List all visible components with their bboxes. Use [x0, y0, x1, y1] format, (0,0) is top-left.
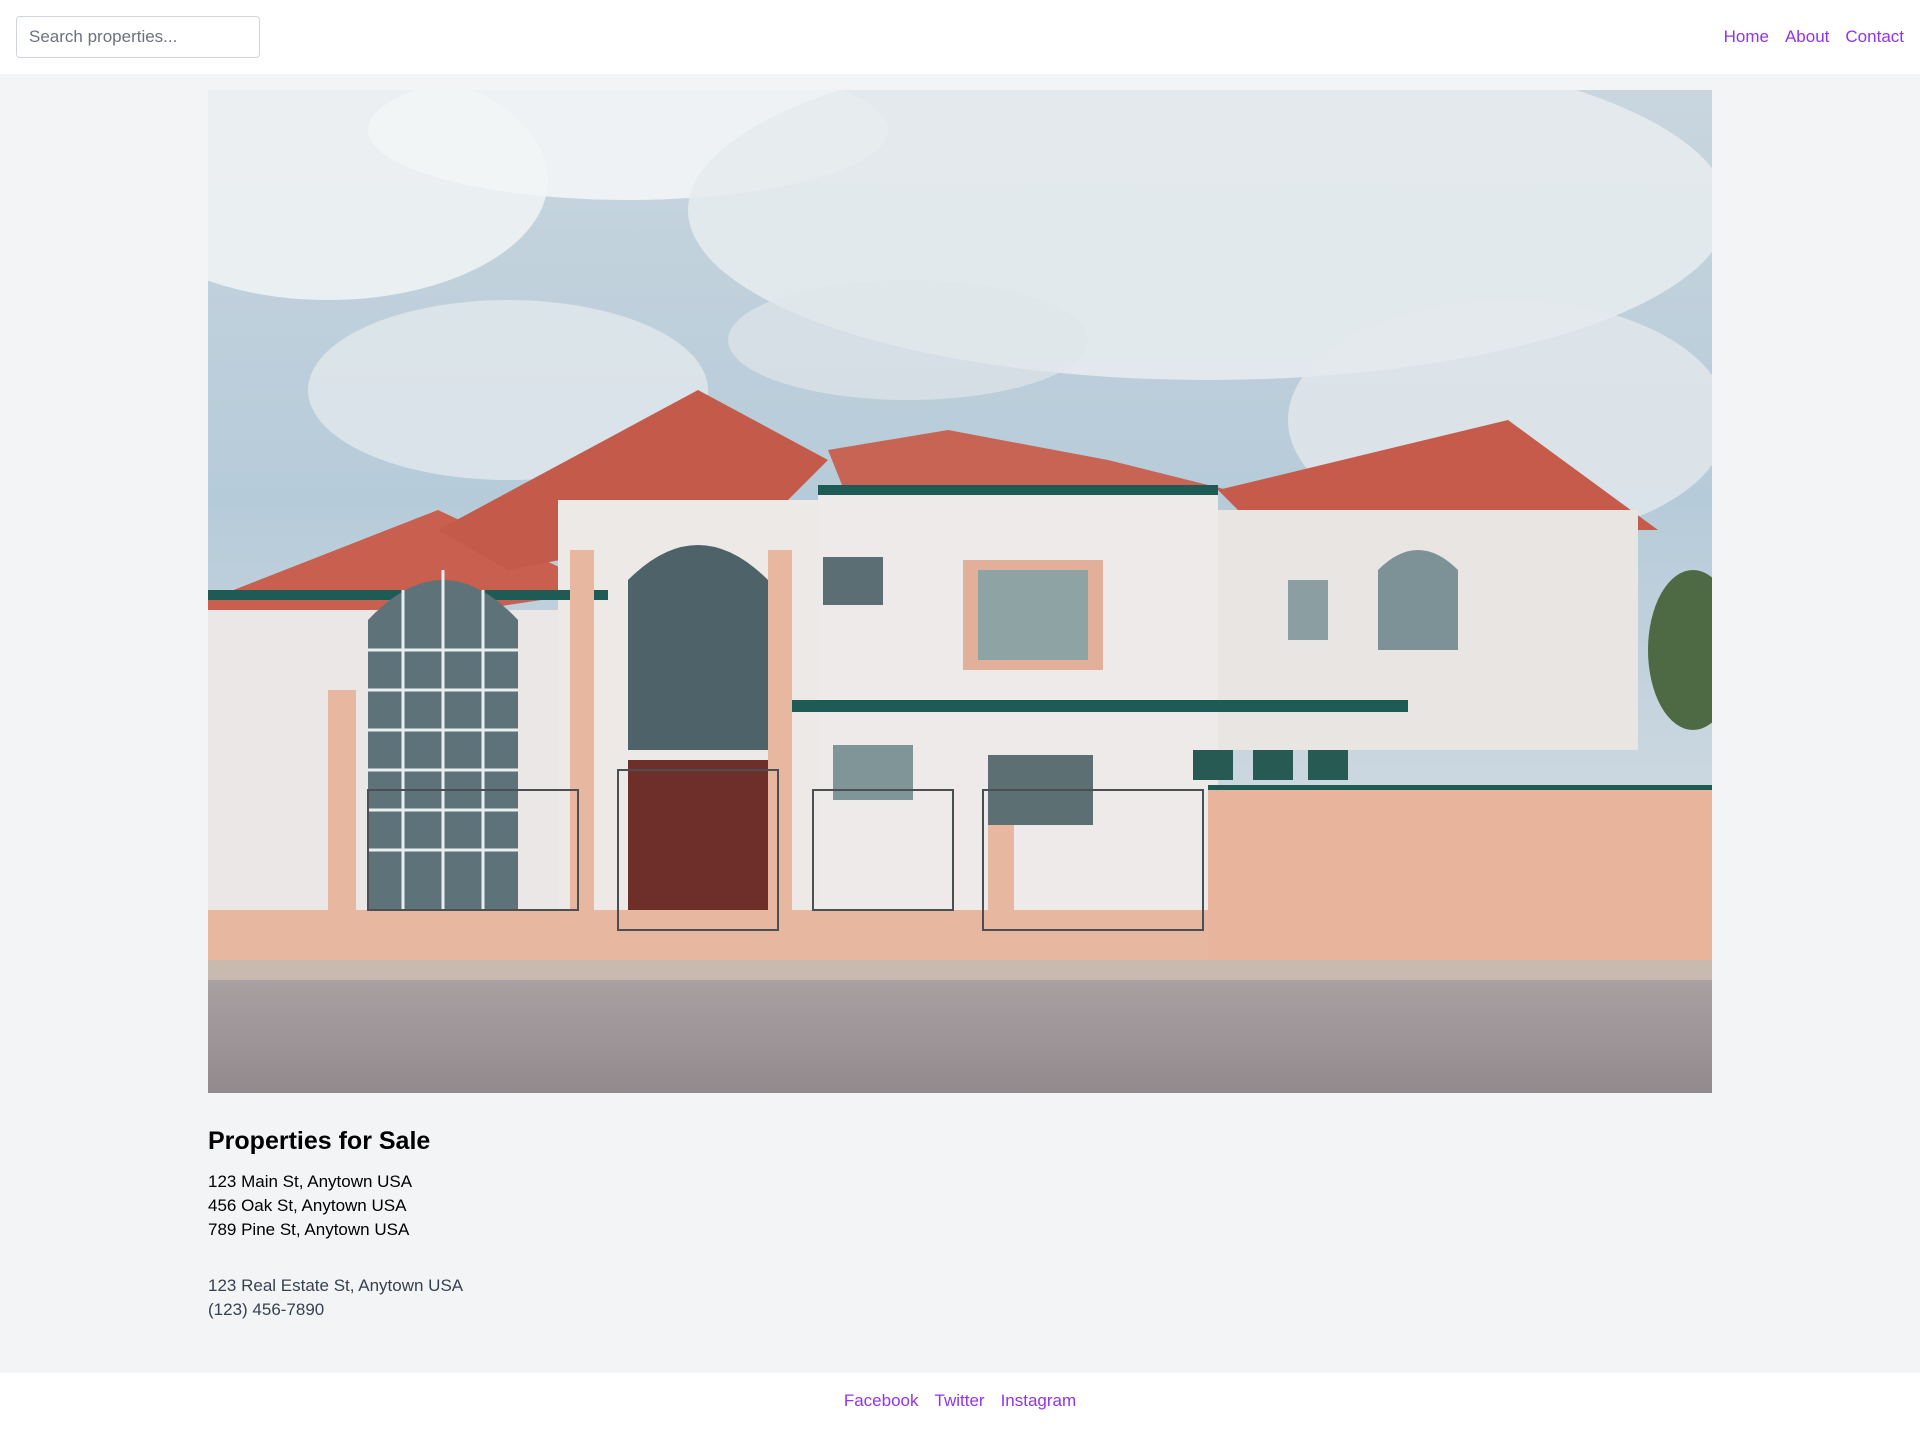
nav-link-about[interactable]: About	[1785, 27, 1829, 47]
house-illustration	[208, 90, 1712, 1093]
footer: Facebook Twitter Instagram	[0, 1373, 1920, 1429]
nav-link-contact[interactable]: Contact	[1845, 27, 1904, 47]
footer-link-instagram[interactable]: Instagram	[1001, 1391, 1077, 1411]
hero-house-image	[208, 90, 1712, 1093]
list-item: 123 Main St, Anytown USA	[208, 1172, 413, 1191]
contact-address: 123 Real Estate St, Anytown USA	[208, 1276, 464, 1295]
top-bar: Home About Contact	[0, 0, 1920, 74]
search-input[interactable]	[16, 16, 260, 58]
contact-phone: (123) 456-7890	[208, 1300, 325, 1319]
nav-link-home[interactable]: Home	[1724, 27, 1769, 47]
footer-link-facebook[interactable]: Facebook	[844, 1391, 919, 1411]
page-title: Properties for Sale	[208, 1127, 431, 1155]
list-item: 789 Pine St, Anytown USA	[208, 1220, 410, 1239]
property-list: 123 Main St, Anytown USA 456 Oak St, Any…	[208, 1170, 1712, 1242]
list-item: 456 Oak St, Anytown USA	[208, 1196, 407, 1215]
contact-info: 123 Real Estate St, Anytown USA (123) 45…	[208, 1274, 1712, 1322]
main-nav: Home About Contact	[1724, 27, 1904, 47]
main-content: Properties for Sale 123 Main St, Anytown…	[208, 1124, 1712, 1322]
footer-link-twitter[interactable]: Twitter	[935, 1391, 985, 1411]
